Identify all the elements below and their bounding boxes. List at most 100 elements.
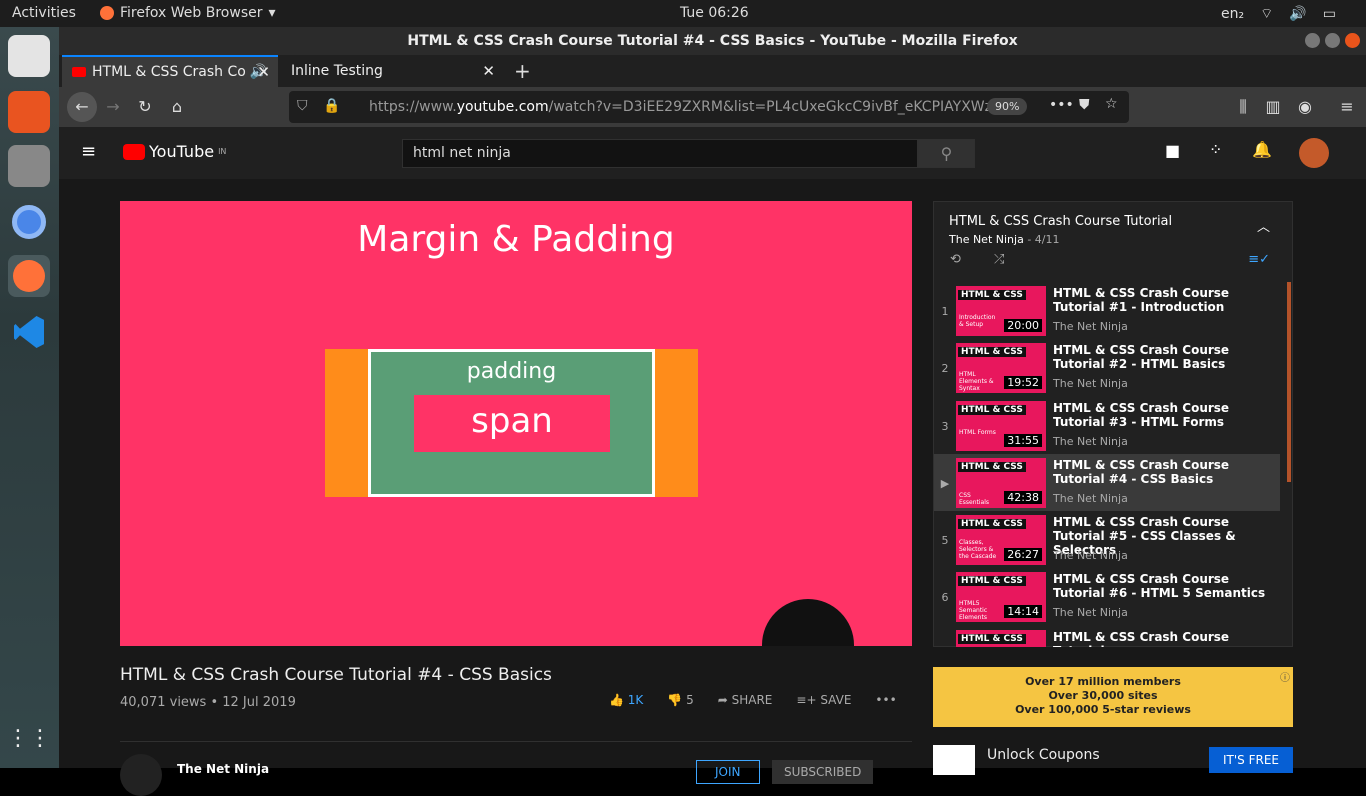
item-channel: The Net Ninja: [1053, 434, 1128, 448]
menu-icon[interactable]: ≡: [1335, 95, 1359, 119]
system-tray[interactable]: en₂ ⌔ 🔊 ▭: [1221, 5, 1336, 23]
dock: ⋮⋮: [0, 27, 59, 768]
item-index: 3: [941, 419, 949, 433]
hamburger-icon[interactable]: ≡: [81, 141, 96, 162]
playlist-scrollbar[interactable]: [1287, 282, 1291, 482]
search-input[interactable]: html net ninja: [402, 139, 918, 168]
shuffle-icon[interactable]: ⤮: [994, 252, 1004, 267]
collapse-chevron-icon[interactable]: ︿: [1257, 216, 1270, 235]
ad-info-icon[interactable]: ⓘ: [1280, 669, 1290, 684]
like-button[interactable]: 👍 1K: [609, 693, 643, 707]
chromium-icon[interactable]: [8, 201, 50, 243]
ad-line: Over 30,000 sites: [1048, 689, 1158, 702]
save-button[interactable]: ≡+ SAVE: [796, 693, 851, 707]
subscribed-button[interactable]: SUBSCRIBED: [772, 760, 874, 784]
channel-avatar[interactable]: [120, 754, 162, 796]
lock-icon[interactable]: 🔒: [323, 98, 340, 114]
forward-button[interactable]: →: [101, 95, 125, 119]
ad-banner[interactable]: Over 17 million members Over 30,000 site…: [933, 667, 1293, 727]
more-actions-icon[interactable]: •••: [1049, 97, 1074, 113]
search-button[interactable]: ⚲: [918, 139, 975, 168]
software-center-icon[interactable]: [8, 91, 50, 133]
sidebar-icon[interactable]: ▥: [1261, 95, 1285, 119]
close-button[interactable]: [1345, 33, 1360, 48]
tab-inline-testing[interactable]: Inline Testing ✕: [281, 55, 503, 87]
new-tab-button[interactable]: +: [514, 59, 531, 83]
notifications-bell-icon[interactable]: 🔔: [1252, 140, 1272, 159]
search-icon: ⚲: [940, 144, 953, 163]
bookmark-star-icon[interactable]: ☆: [1105, 96, 1118, 112]
playlist-item-current[interactable]: ▶ HTML & CSS CSS Essentials 42:38 HTML & C…: [934, 453, 1280, 512]
playlist-channel: The Net Ninja: [949, 233, 1024, 246]
item-index: 1: [941, 305, 949, 318]
create-video-icon[interactable]: ■: [1165, 141, 1180, 160]
thumb-sub: Introduction & Setup: [959, 314, 996, 328]
item-duration: 20:00: [1004, 319, 1042, 332]
video-actions: 👍 1K 👎 5 ➦ SHARE ≡+ SAVE •••: [609, 693, 897, 707]
tab-close-icon[interactable]: ✕: [257, 63, 270, 81]
thumb-badge: HTML & CSS: [958, 633, 1026, 644]
video-player[interactable]: Margin & Padding padding span: [120, 201, 912, 646]
playlist-item[interactable]: 1 HTML & CSS Introduction & Setup 20:00 HT…: [934, 282, 1280, 339]
join-button[interactable]: JOIN: [696, 760, 760, 784]
firefox-dock-icon[interactable]: [8, 255, 50, 297]
ad-text: Over 17 million members Over 30,000 site…: [1003, 675, 1203, 717]
url-bar[interactable]: ⛉ 🔒 https://www.youtube.com/watch?v=D3iE…: [289, 91, 1129, 123]
playlist-item[interactable]: HTML & CSS HTML & CSS Crash Course Tutor…: [934, 626, 1280, 647]
shield-icon[interactable]: ⛉: [297, 98, 308, 114]
vscode-icon[interactable]: [8, 311, 50, 353]
reload-button[interactable]: ↻: [133, 95, 157, 119]
item-title: HTML & CSS Crash Course Tutorial #4 - CS…: [1053, 457, 1230, 486]
library-icon[interactable]: ⫼: [1231, 95, 1255, 119]
maximize-button[interactable]: [1325, 33, 1340, 48]
channel-name[interactable]: The Net Ninja: [177, 762, 269, 776]
playlist-title[interactable]: HTML & CSS Crash Course Tutorial: [949, 214, 1278, 229]
language-indicator[interactable]: en₂: [1221, 6, 1244, 22]
item-channel: The Net Ninja: [1053, 549, 1128, 563]
coupon-logo: [933, 745, 975, 775]
playlist-item[interactable]: 5 HTML & CSS Classes, Selectors & the Cas…: [934, 511, 1280, 568]
avatar[interactable]: [1299, 138, 1329, 168]
apps-grid-icon[interactable]: ⁘: [1209, 140, 1222, 159]
tab-youtube[interactable]: HTML & CSS Crash Co 🔊 ✕: [62, 55, 278, 87]
its-free-button[interactable]: IT'S FREE: [1208, 747, 1293, 773]
item-title: HTML & CSS Crash Course Tutorial #1 - In…: [1053, 286, 1230, 314]
app-grid-icon[interactable]: ⋮⋮: [7, 717, 51, 759]
dislike-button[interactable]: 👎 5: [667, 693, 693, 707]
loop-icon[interactable]: ⟲: [950, 252, 961, 267]
clock[interactable]: Tue 06:26: [680, 5, 749, 21]
files-icon[interactable]: [8, 35, 50, 77]
thumb-badge: HTML & CSS: [958, 290, 1026, 300]
playlist-item[interactable]: 2 HTML & CSS HTML Elements & Syntax 19:52 …: [934, 339, 1280, 396]
back-button[interactable]: ←: [67, 92, 97, 122]
activities-button[interactable]: Activities: [12, 5, 76, 21]
thumbs-down-icon: 👎: [667, 693, 683, 707]
ad-line: Over 17 million members: [1025, 675, 1181, 688]
thumb-sub: HTML Elements & Syntax: [959, 371, 994, 393]
minimize-button[interactable]: [1305, 33, 1320, 48]
playlist-item[interactable]: 6 HTML & CSS HTML5 Semantic Elements 14:14…: [934, 568, 1280, 625]
pocket-icon[interactable]: ⛊: [1079, 97, 1090, 113]
window-controls: [1305, 33, 1360, 48]
volume-icon: 🔊: [1289, 6, 1307, 22]
ninja-logo: [762, 599, 854, 646]
item-index: 5: [941, 534, 949, 548]
account-icon[interactable]: ◉: [1293, 95, 1317, 119]
item-thumbnail: HTML & CSS CSS Essentials 42:38: [956, 457, 1046, 508]
zoom-indicator[interactable]: 90%: [987, 98, 1028, 115]
youtube-wordmark: YouTube: [149, 142, 215, 161]
video-meta: 40,071 views • 12 Jul 2019: [120, 695, 296, 710]
more-icon[interactable]: •••: [875, 693, 896, 707]
home-button[interactable]: ⌂: [165, 95, 189, 119]
share-button[interactable]: ➦ SHARE: [718, 693, 773, 707]
settings-icon[interactable]: [8, 145, 50, 187]
youtube-logo[interactable]: YouTube IN: [123, 142, 226, 161]
item-title: HTML & CSS Crash Course Tutorial: [1053, 629, 1230, 647]
playlist-item[interactable]: 3 HTML & CSS HTML Forms 31:55 HTML & CSS C…: [934, 397, 1280, 454]
app-menu[interactable]: Firefox Web Browser ▾: [100, 5, 276, 21]
tab-bar: HTML & CSS Crash Co 🔊 ✕ Inline Testing ✕…: [59, 55, 1366, 87]
save-playlist-icon[interactable]: ≡✓: [1248, 252, 1270, 267]
tab-close-icon[interactable]: ✕: [482, 62, 495, 80]
item-channel: The Net Ninja: [1053, 377, 1128, 391]
item-thumbnail: HTML & CSS HTML5 Semantic Elements 14:14: [956, 572, 1046, 623]
